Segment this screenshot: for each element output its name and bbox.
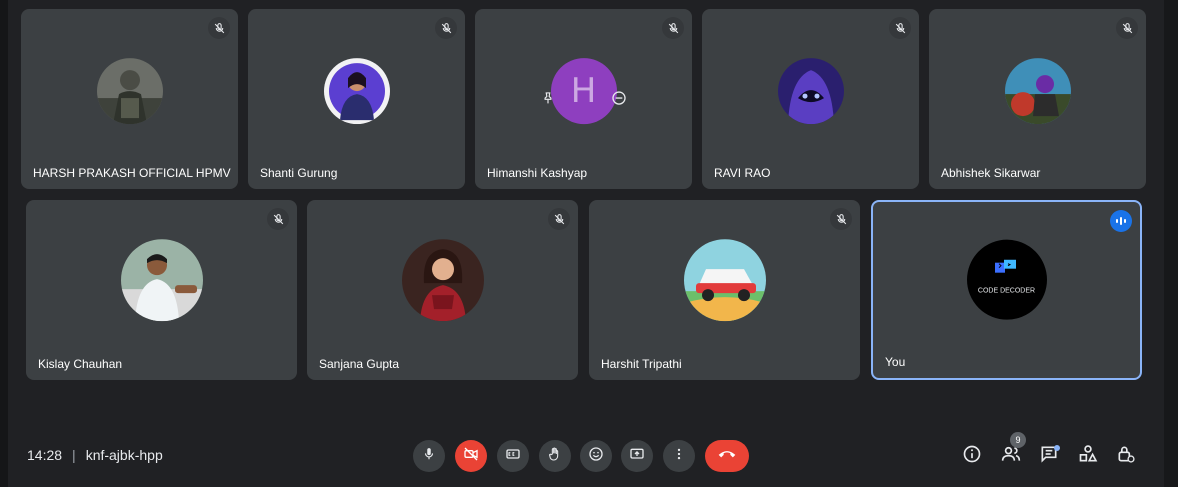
- raise-hand-button[interactable]: [539, 440, 571, 472]
- microphone-icon: [422, 447, 436, 466]
- participant-tile-sanjana[interactable]: Sanjana Gupta: [307, 200, 578, 380]
- chat-button[interactable]: [1037, 444, 1061, 468]
- present-screen-button[interactable]: [621, 440, 653, 472]
- remove-icon[interactable]: [611, 90, 627, 106]
- participant-name: Himanshi Kashyap: [487, 166, 588, 180]
- more-options-button[interactable]: [663, 440, 695, 472]
- participant-name: RAVI RAO: [714, 166, 771, 180]
- participant-tile-himanshi[interactable]: H Himanshi Kashyap: [475, 9, 692, 189]
- participant-name: Kislay Chauhan: [38, 357, 123, 371]
- meeting-details-button[interactable]: [960, 444, 984, 468]
- avatar-letter: H: [570, 71, 597, 112]
- mic-off-icon: [830, 208, 852, 230]
- avatar: [96, 58, 163, 125]
- avatar: [120, 239, 203, 322]
- audio-level-icon: [1110, 210, 1132, 232]
- avatar: [323, 58, 390, 125]
- participant-tile-harshit[interactable]: Harshit Tripathi: [589, 200, 860, 380]
- call-end-icon: [717, 447, 737, 465]
- mic-off-icon: [662, 17, 684, 39]
- mic-off-icon: [1116, 17, 1138, 39]
- microphone-button[interactable]: [413, 440, 445, 472]
- separator: |: [72, 447, 76, 463]
- participant-tile-self[interactable]: CODE DECODER You: [871, 200, 1142, 380]
- mic-off-icon: [267, 208, 289, 230]
- pin-icon[interactable]: [541, 91, 555, 105]
- people-button[interactable]: 9: [999, 432, 1026, 468]
- raise-hand-icon: [547, 446, 563, 467]
- mic-off-icon: [208, 17, 230, 39]
- leave-call-button[interactable]: [705, 440, 749, 472]
- participant-tile-kislay[interactable]: Kislay Chauhan: [26, 200, 297, 380]
- participant-name: You: [885, 355, 906, 369]
- participant-name: Sanjana Gupta: [319, 357, 400, 371]
- participant-tile-ravi[interactable]: RAVI RAO: [702, 9, 919, 189]
- avatar: [401, 239, 484, 322]
- participant-tile-shanti[interactable]: Shanti Gurung: [248, 9, 465, 189]
- camera-off-button[interactable]: [455, 440, 487, 472]
- avatar: CODE DECODER: [963, 236, 1050, 323]
- captions-icon: [505, 446, 521, 467]
- participant-name: Harshit Tripathi: [601, 357, 682, 371]
- emoji-icon: [588, 446, 604, 467]
- present-screen-icon: [629, 446, 645, 467]
- right-frame-edge: [1164, 0, 1178, 487]
- camera-off-icon: [463, 446, 479, 467]
- avatar: [1004, 58, 1071, 125]
- activities-icon: [1078, 444, 1098, 469]
- participant-name: Abhishek Sikarwar: [941, 166, 1041, 180]
- code-decoder-logo-icon: [994, 259, 1019, 279]
- avatar: [683, 239, 766, 322]
- left-frame-edge: [0, 0, 8, 487]
- meeting-info: 14:28 | knf-ajbk-hpp: [27, 447, 163, 463]
- mic-off-icon: [435, 17, 457, 39]
- mic-off-icon: [548, 208, 570, 230]
- avatar-logo-text: CODE DECODER: [977, 287, 1036, 295]
- participant-tile-harsh[interactable]: HARSH PRAKASH OFFICIAL HPMV: [21, 9, 238, 189]
- chat-notification-dot: [1054, 445, 1060, 451]
- people-count-badge: 9: [1010, 432, 1026, 448]
- activities-button[interactable]: [1076, 444, 1100, 468]
- emoji-button[interactable]: [580, 440, 612, 472]
- avatar: [777, 58, 844, 125]
- meeting-code: knf-ajbk-hpp: [85, 447, 163, 463]
- more-vert-icon: [672, 447, 686, 466]
- participant-tile-abhishek[interactable]: Abhishek Sikarwar: [929, 9, 1146, 189]
- host-controls-lock-icon: [1116, 444, 1136, 469]
- mic-off-icon: [889, 17, 911, 39]
- avatar: H: [550, 58, 617, 125]
- meeting-time: 14:28: [27, 447, 63, 463]
- captions-button[interactable]: [497, 440, 529, 472]
- host-controls-button[interactable]: [1114, 444, 1138, 468]
- participant-name: Shanti Gurung: [260, 166, 338, 180]
- participant-name: HARSH PRAKASH OFFICIAL HPMV: [33, 166, 231, 180]
- info-icon: [962, 444, 982, 469]
